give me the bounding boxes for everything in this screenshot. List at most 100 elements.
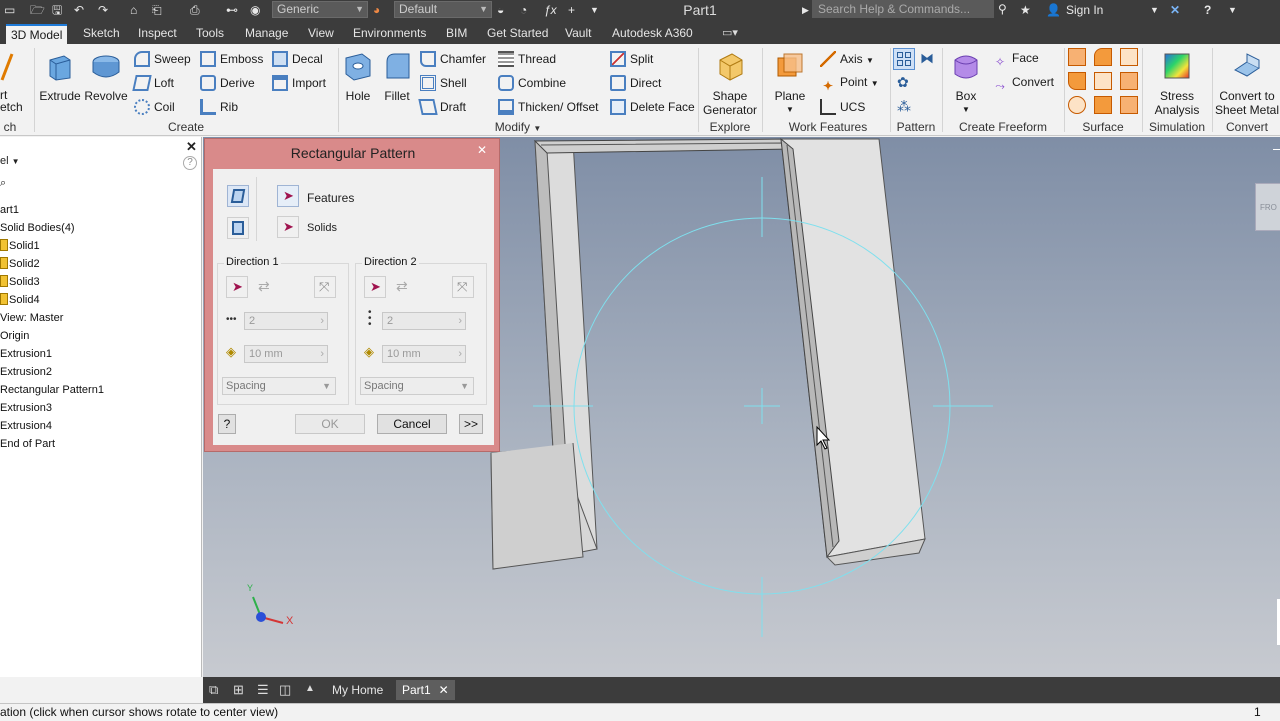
thicken-surface-icon[interactable] [1068, 48, 1086, 66]
return-icon[interactable]: ⎗ [152, 2, 162, 18]
sketch-driven-pattern-icon[interactable]: ⁂ [897, 98, 911, 115]
adjust-icon[interactable]: ◒ [497, 2, 504, 18]
point-button[interactable]: ✦ Point ▼ [820, 75, 879, 95]
close-icon[interactable]: ✕ [439, 680, 449, 700]
chevron-down-icon[interactable]: ▼ [1150, 2, 1159, 18]
tab-inspect[interactable]: Inspect [133, 24, 182, 44]
exchange-x-icon[interactable]: ✕ [1170, 2, 1180, 18]
emboss-button[interactable]: Emboss [200, 51, 263, 67]
help-icon[interactable]: ? [183, 156, 197, 170]
repair-bodies-icon[interactable] [1120, 96, 1138, 114]
rib-button[interactable]: Rib [200, 99, 238, 115]
tab-vault[interactable]: Vault [560, 24, 596, 44]
browser-node[interactable]: Extrusion2 [0, 363, 52, 381]
sculpt-icon[interactable] [1120, 48, 1138, 66]
dialog-help-button[interactable]: ? [218, 414, 236, 434]
axis-button[interactable]: Axis ▼ [820, 51, 874, 68]
browser-node[interactable]: Solid Bodies(4) [0, 219, 75, 237]
plus-icon[interactable]: + [568, 2, 575, 18]
tab-get-started[interactable]: Get Started [482, 24, 553, 44]
replace-face-icon[interactable] [1094, 96, 1112, 114]
import-button[interactable]: Import [272, 75, 326, 91]
tab-environments[interactable]: Environments [348, 24, 431, 44]
coil-button[interactable]: Coil [134, 99, 175, 115]
appearance-combo[interactable]: Generic ▼ [272, 1, 368, 18]
material-combo[interactable]: Default ▼ [394, 1, 492, 18]
direction-1-length-input[interactable]: 10 mm › [244, 345, 328, 363]
clear-icon[interactable]: ◔ [520, 2, 527, 18]
update-icon[interactable]: ⎙ [190, 2, 200, 18]
cancel-button[interactable]: Cancel [377, 414, 447, 434]
tab-3d-model[interactable]: 3D Model [6, 24, 68, 44]
hole-button[interactable]: Hole [340, 50, 376, 103]
cascade-icon[interactable]: ⊞ [233, 682, 244, 698]
solids-selector-button[interactable]: ➤ [277, 216, 299, 238]
convert-to-sheet-metal-button[interactable]: Convert to Sheet Metal [1214, 50, 1280, 117]
browser-node[interactable]: Origin [0, 327, 29, 345]
start-sketch-label-2[interactable]: etch [0, 100, 23, 114]
tile-windows-icon[interactable]: ⧉ [209, 682, 218, 698]
tab-view[interactable]: View [303, 24, 339, 44]
browser-node[interactable]: Extrusion4 [0, 417, 52, 435]
binoculars-icon[interactable]: ⚲ [998, 1, 1007, 17]
chamfer-button[interactable]: Chamfer [420, 51, 486, 67]
close-icon[interactable]: ✕ [475, 143, 489, 157]
undo-icon[interactable]: ↶ [74, 2, 84, 18]
thread-button[interactable]: Thread [498, 51, 556, 67]
viewport-menu-icon[interactable] [1273, 149, 1280, 150]
ok-button[interactable]: OK [295, 414, 365, 434]
circular-pattern-icon[interactable]: ✿ [897, 74, 909, 91]
sketch-icon[interactable] [0, 50, 14, 82]
sweep-button[interactable]: Sweep [134, 51, 191, 67]
direction-2-count-input[interactable]: 2 › [382, 312, 466, 330]
direction-1-spacing-select[interactable]: Spacing ▼ [222, 377, 336, 395]
direction-1-count-input[interactable]: 2 › [244, 312, 328, 330]
home-icon[interactable]: ⌂ [130, 2, 137, 18]
measure-icon[interactable]: ⊷ [226, 2, 238, 18]
rectangular-pattern-button[interactable] [893, 48, 915, 70]
tab-bim[interactable]: BIM [441, 24, 472, 44]
mirror-icon[interactable]: ⧓ [920, 50, 934, 67]
freeform-convert-button[interactable]: ⤳ Convert [992, 75, 1054, 95]
trim-icon[interactable] [1094, 72, 1112, 90]
direction-1-midplane-button[interactable]: ⤧ [314, 276, 336, 298]
browser-node[interactable]: art1 [0, 201, 19, 219]
combine-button[interactable]: Combine [498, 75, 566, 91]
appearance-icon[interactable]: ◉ [250, 2, 260, 18]
stress-analysis-button[interactable]: Stress Analysis [1146, 50, 1208, 117]
flip-direction-icon[interactable]: ⇄ [258, 278, 270, 295]
browser-node[interactable]: End of Part [0, 435, 55, 453]
flip-direction-icon[interactable]: ⇄ [396, 278, 408, 295]
redo-icon[interactable]: ↷ [98, 2, 108, 18]
browser-header[interactable]: el ▼ [0, 155, 20, 167]
fillet-button[interactable]: Fillet [378, 50, 416, 103]
extend-icon[interactable] [1120, 72, 1138, 90]
direction-2-path-selector[interactable]: ➤ [364, 276, 386, 298]
boundary-patch-icon[interactable] [1068, 96, 1086, 114]
doc-tab-part1[interactable]: Part1 ✕ [396, 680, 455, 700]
shell-button[interactable]: Shell [420, 75, 467, 91]
search-icon[interactable]: ⌕ [0, 177, 6, 190]
viewcube[interactable]: FRO [1255, 183, 1280, 231]
stitch-icon[interactable] [1094, 48, 1112, 66]
user-icon[interactable]: 👤 [1046, 2, 1061, 18]
browser-node[interactable]: Extrusion3 [0, 399, 52, 417]
help-icon[interactable]: ? [1204, 2, 1211, 18]
loft-button[interactable]: Loft [132, 75, 174, 91]
pattern-features-mode-button[interactable] [227, 185, 249, 207]
tab-autodesk-a360[interactable]: Autodesk A360 [607, 24, 698, 44]
plane-button[interactable]: Plane ▼ [768, 50, 812, 117]
new-icon[interactable]: ▭ [4, 2, 15, 18]
shape-generator-button[interactable]: Shape Generator [700, 50, 760, 117]
derive-button[interactable]: Derive [200, 75, 255, 91]
favorites-star-icon[interactable]: ★ [1020, 2, 1031, 18]
features-selector-button[interactable]: ➤ [277, 185, 299, 207]
decal-button[interactable]: Decal [272, 51, 323, 67]
tab-tools[interactable]: Tools [191, 24, 229, 44]
chevron-down-icon[interactable]: ▼ [590, 2, 599, 18]
browser-node[interactable]: Solid1 [0, 237, 40, 255]
freeform-box-button[interactable]: Box ▼ [946, 50, 986, 117]
close-icon[interactable]: ✕ [186, 139, 197, 155]
direction-1-path-selector[interactable]: ➤ [226, 276, 248, 298]
thicken-offset-button[interactable]: Thicken/ Offset [498, 99, 598, 115]
